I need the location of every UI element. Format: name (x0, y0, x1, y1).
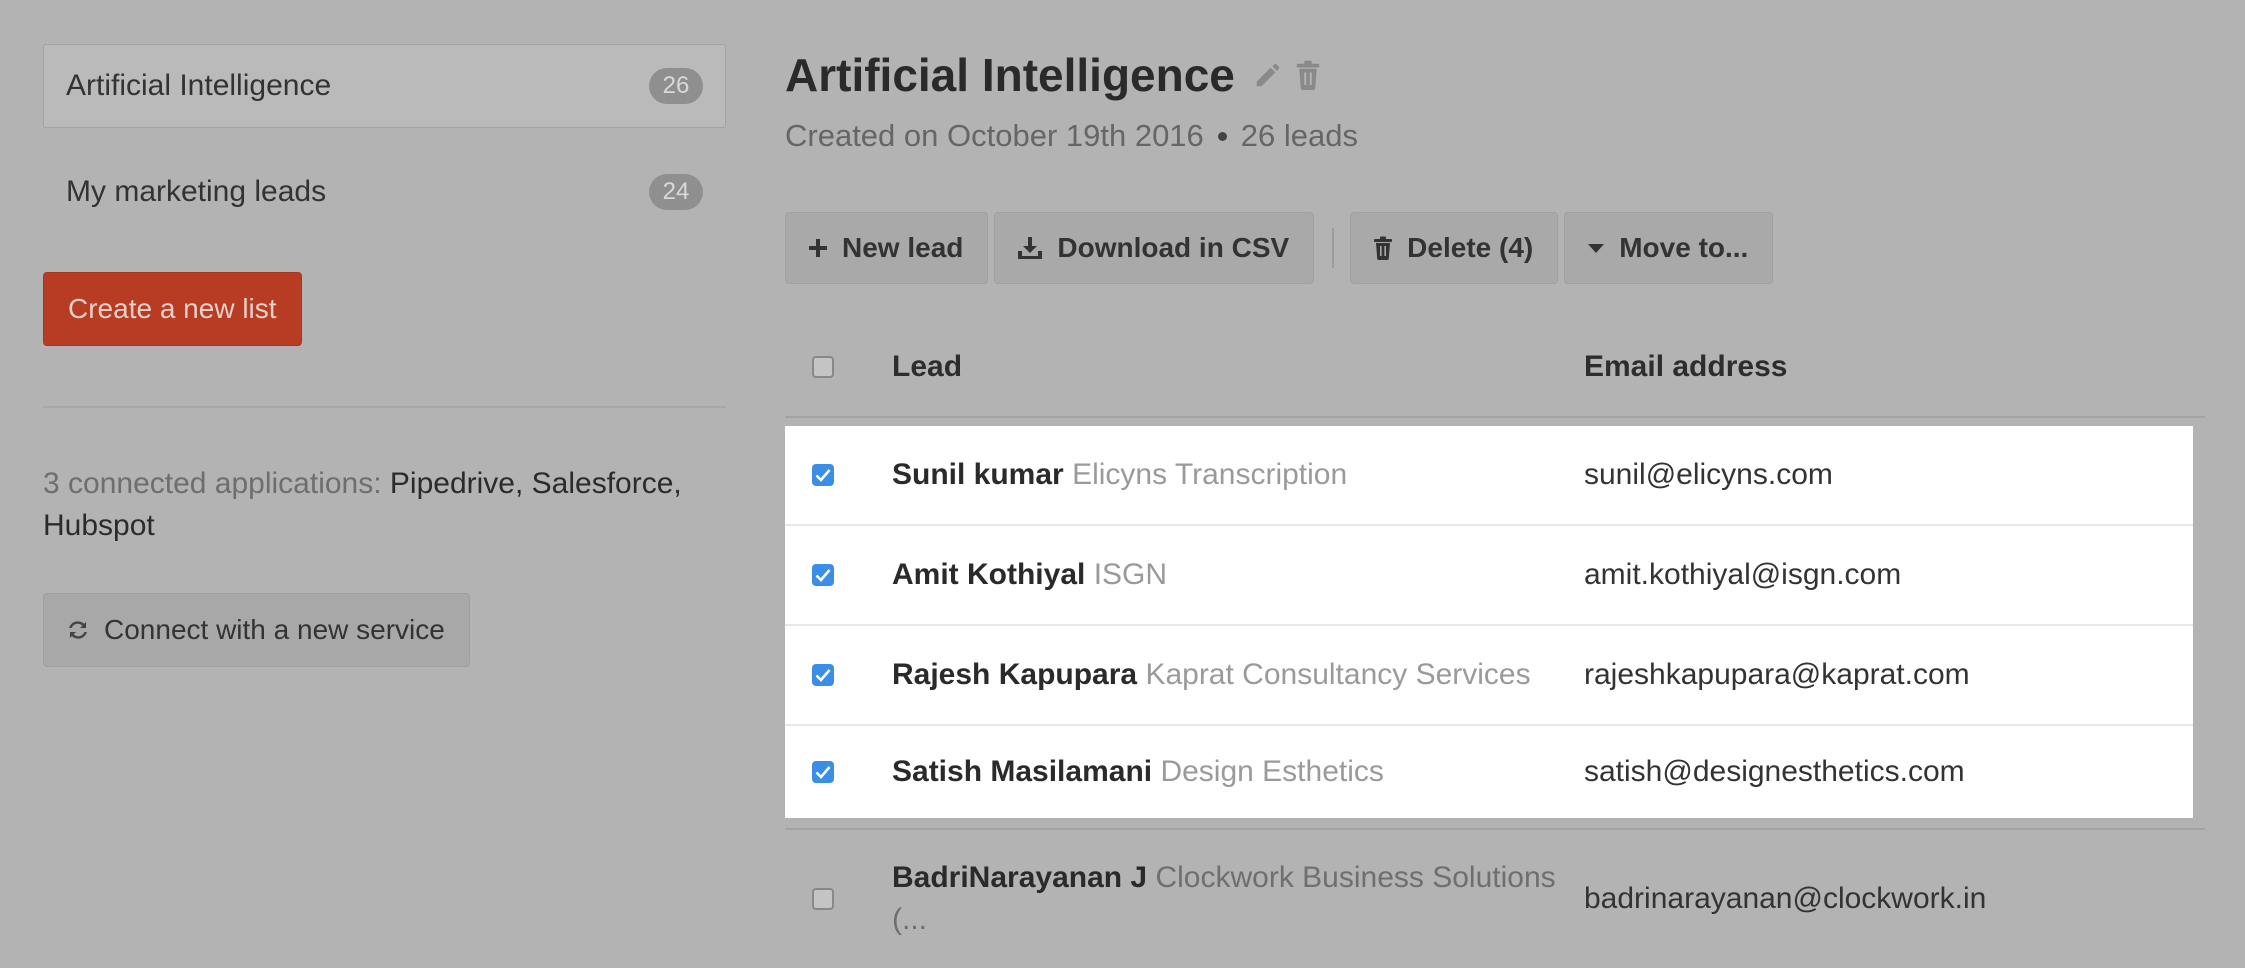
table-body: Sunil kumar Elicyns Transcription sunil@… (785, 426, 2205, 968)
move-to-dropdown[interactable]: Move to... (1564, 212, 1774, 284)
row-check-cell (785, 464, 892, 486)
delete-button[interactable]: Delete (4) (1350, 212, 1559, 284)
connected-applications-text: 3 connected applications: Pipedrive, Sal… (43, 463, 703, 547)
column-header-email[interactable]: Email address (1584, 350, 2205, 384)
row-checkbox[interactable] (812, 888, 834, 910)
delete-label: Delete (4) (1407, 232, 1534, 263)
main-panel: Artificial Intelligence Created on Octob… (785, 44, 2205, 968)
connect-button-label: Connect with a new service (104, 614, 445, 645)
trash-icon[interactable] (1295, 60, 1321, 90)
lead-cell: BadriNarayanan J Clockwork Business Solu… (892, 857, 1584, 941)
refresh-icon (69, 621, 87, 639)
lead-company: Elicyns Transcription (1072, 458, 1348, 491)
plus-icon (809, 239, 827, 257)
table-row[interactable]: Sunil kumar Elicyns Transcription sunil@… (785, 426, 2193, 526)
lead-email: rajeshkapupara@kaprat.com (1584, 658, 1970, 691)
new-lead-label: New lead (842, 232, 964, 263)
page-title: Artificial Intelligence (785, 49, 1235, 101)
row-checkbox[interactable] (812, 664, 834, 686)
lead-email: badrinarayanan@clockwork.in (1584, 882, 1987, 915)
list-label: My marketing leads (66, 175, 327, 208)
move-to-label: Move to... (1619, 232, 1749, 263)
separator-dot (1217, 131, 1227, 141)
lead-company: Design Esthetics (1160, 755, 1384, 788)
toolbar-separator (1332, 228, 1335, 268)
lead-cell: Sunil kumar Elicyns Transcription (892, 458, 1584, 492)
create-new-list-button[interactable]: Create a new list (43, 272, 302, 346)
download-csv-button[interactable]: Download in CSV (994, 212, 1315, 284)
row-checkbox[interactable] (812, 761, 834, 783)
lead-name[interactable]: BadriNarayanan J (892, 861, 1147, 894)
sidebar: Artificial Intelligence 26 My marketing … (43, 44, 726, 667)
select-all-checkbox[interactable] (812, 356, 834, 378)
column-header-lead[interactable]: Lead (892, 350, 1584, 384)
row-check-cell (785, 761, 892, 783)
caret-down-icon (1588, 244, 1605, 253)
list-count-badge: 26 (649, 68, 703, 104)
list-label: Artificial Intelligence (66, 69, 332, 102)
row-check-cell (785, 664, 892, 686)
lead-email: satish@designesthetics.com (1584, 755, 1965, 788)
lead-company: ISGN (1093, 558, 1168, 591)
table-row[interactable]: Rajesh Kapupara Kaprat Consultancy Servi… (785, 626, 2193, 726)
table-header: Lead Email address (785, 318, 2205, 418)
title-row: Artificial Intelligence (785, 44, 2205, 106)
trash-icon (1374, 236, 1393, 260)
sidebar-list-artificial-intelligence[interactable]: Artificial Intelligence 26 (43, 44, 726, 128)
lead-name[interactable]: Rajesh Kapupara (892, 658, 1137, 691)
table-row[interactable]: Amit Kothiyal ISGN amit.kothiyal@isgn.co… (785, 526, 2193, 626)
lead-name[interactable]: Sunil kumar (892, 458, 1064, 491)
lead-name[interactable]: Amit Kothiyal (892, 558, 1085, 591)
row-check-cell (785, 564, 892, 586)
lead-email: amit.kothiyal@isgn.com (1584, 558, 1902, 591)
sidebar-divider (43, 406, 726, 408)
lead-cell: Amit Kothiyal ISGN (892, 558, 1584, 592)
checkmark-icon (815, 766, 831, 779)
lead-cell: Rajesh Kapupara Kaprat Consultancy Servi… (892, 658, 1584, 692)
list-count-badge: 24 (649, 174, 703, 210)
lead-email: sunil@elicyns.com (1584, 458, 1833, 491)
lead-company: Kaprat Consultancy Services (1145, 658, 1531, 691)
download-icon (1018, 237, 1043, 259)
leads-table: Lead Email address Sunil kumar Elicyns T… (785, 318, 2205, 968)
created-date: Created on October 19th 2016 (785, 118, 1204, 153)
row-check-cell (785, 888, 892, 910)
connected-prefix: 3 connected applications: (43, 467, 390, 500)
pencil-icon[interactable] (1253, 60, 1283, 90)
row-checkbox[interactable] (812, 564, 834, 586)
lead-name[interactable]: Satish Masilamani (892, 755, 1152, 788)
connect-new-service-button[interactable]: Connect with a new service (43, 593, 470, 667)
list-meta: Created on October 19th 2016 26 leads (785, 118, 2205, 154)
checkmark-icon (815, 569, 831, 582)
download-csv-label: Download in CSV (1057, 232, 1290, 263)
select-all-cell (785, 356, 892, 378)
lead-cell: Satish Masilamani Design Esthetics (892, 755, 1584, 789)
row-checkbox[interactable] (812, 464, 834, 486)
new-lead-button[interactable]: New lead (785, 212, 989, 284)
table-row[interactable]: Satish Masilamani Design Esthetics satis… (785, 726, 2193, 818)
checkmark-icon (815, 669, 831, 682)
checkmark-icon (815, 469, 831, 482)
toolbar: New lead Download in CSV Delete (4) Move… (785, 212, 2205, 284)
sidebar-list-my-marketing-leads[interactable]: My marketing leads 24 (43, 150, 726, 234)
table-row[interactable]: BadriNarayanan J Clockwork Business Solu… (785, 828, 2205, 968)
leads-count: 26 leads (1240, 118, 1359, 153)
